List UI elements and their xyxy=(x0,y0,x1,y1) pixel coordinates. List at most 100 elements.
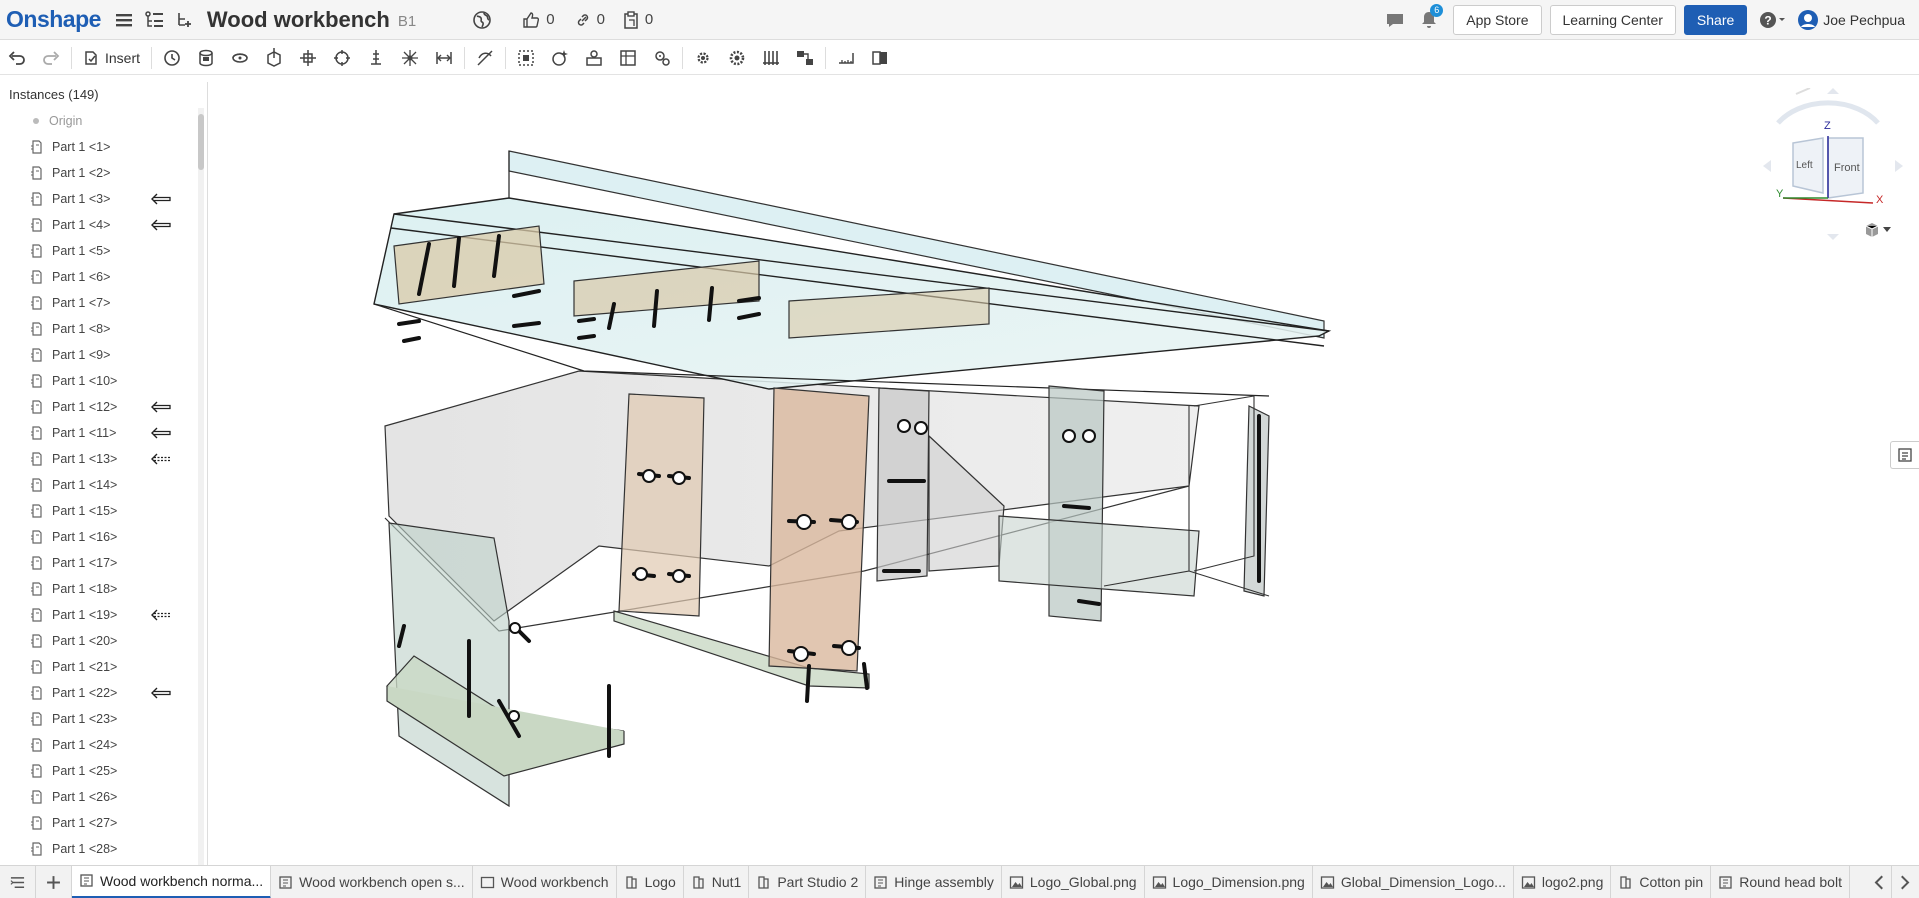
links-counter[interactable]: 0 xyxy=(575,11,605,28)
help-icon[interactable]: ? xyxy=(1759,10,1787,30)
front-face-label[interactable]: Front xyxy=(1834,162,1860,174)
instance-item[interactable]: Part 1 <13> xyxy=(0,446,200,472)
tab-logo2-png[interactable]: logo2.png xyxy=(1514,866,1612,898)
tab-global-dimension-logo[interactable]: Global_Dimension_Logo... xyxy=(1313,866,1514,898)
instance-item[interactable]: Part 1 <17> xyxy=(0,550,200,576)
tab-logo[interactable]: Logo xyxy=(617,866,684,898)
onshape-logo[interactable]: Onshape xyxy=(6,6,101,33)
ball-mate-icon[interactable] xyxy=(393,43,427,73)
instance-item[interactable]: Part 1 <20> xyxy=(0,628,200,654)
tab-wood-workbench-norma[interactable]: Wood workbench norma... xyxy=(72,866,272,898)
revolute-mate-icon[interactable] xyxy=(223,43,257,73)
instance-item[interactable]: Part 1 <26> xyxy=(0,784,200,810)
group-icon[interactable] xyxy=(509,43,543,73)
view-options-dropdown[interactable] xyxy=(1864,222,1891,238)
scroll-tabs-left-icon[interactable] xyxy=(1866,866,1892,898)
section-view-icon[interactable] xyxy=(863,43,897,73)
insert-feature-icon[interactable] xyxy=(175,11,193,29)
instance-item[interactable]: Part 1 <11> xyxy=(0,420,200,446)
part-studio-icon xyxy=(624,875,639,890)
instance-item[interactable]: Part 1 <2> xyxy=(0,160,200,186)
mate-connector-icon[interactable] xyxy=(543,43,577,73)
gear-relation-icon[interactable] xyxy=(645,43,679,73)
insert-button[interactable]: Insert xyxy=(75,50,148,66)
instance-item[interactable]: Part 1 <4> xyxy=(0,212,200,238)
instance-item[interactable]: Part 1 <6> xyxy=(0,264,200,290)
app-store-button[interactable]: App Store xyxy=(1453,4,1542,35)
instance-item[interactable]: Part 1 <23> xyxy=(0,706,200,732)
tab-hinge-assembly[interactable]: Hinge assembly xyxy=(866,866,1002,898)
workspace-label[interactable]: B1 xyxy=(398,13,416,30)
linear-relation-icon[interactable] xyxy=(788,43,822,73)
leg-center[interactable] xyxy=(768,387,870,672)
instance-item[interactable]: Part 1 <3> xyxy=(0,186,200,212)
likes-counter[interactable]: 0 xyxy=(522,11,555,29)
tab-logo-dimension-png[interactable]: Logo_Dimension.png xyxy=(1145,866,1313,898)
tab-cotton-pin[interactable]: Cotton pin xyxy=(1611,866,1712,898)
redo-icon[interactable] xyxy=(34,43,68,73)
explode-view-icon[interactable] xyxy=(611,43,645,73)
tab-part-studio-2[interactable]: Part Studio 2 xyxy=(749,866,867,898)
scrollbar-thumb[interactable] xyxy=(198,114,204,170)
user-avatar-icon[interactable] xyxy=(1797,9,1819,31)
instance-item[interactable]: Part 1 <9> xyxy=(0,342,200,368)
instances-header[interactable]: Instances (149) xyxy=(0,82,207,106)
instance-item[interactable]: Part 1 <18> xyxy=(0,576,200,602)
instance-item[interactable]: Part 1 <28> xyxy=(0,836,200,862)
workbench-3d-model[interactable] xyxy=(209,76,1909,864)
instance-item[interactable]: Part 1 <7> xyxy=(0,290,200,316)
instance-item[interactable]: Part 1 <16> xyxy=(0,524,200,550)
instance-item[interactable]: Part 1 <8> xyxy=(0,316,200,342)
tangent-mate-icon[interactable] xyxy=(468,43,502,73)
view-cube[interactable]: Z Left Front X Y xyxy=(1758,87,1908,248)
tab-manager-icon[interactable] xyxy=(0,866,36,898)
cog-settings-icon[interactable] xyxy=(720,43,754,73)
tab-round-head-bolt[interactable]: Round head bolt xyxy=(1711,866,1850,898)
instance-item[interactable]: Part 1 <19> xyxy=(0,602,200,628)
instance-item[interactable]: Part 1 <25> xyxy=(0,758,200,784)
comments-icon[interactable] xyxy=(1385,11,1405,29)
instance-item[interactable]: Part 1 <22> xyxy=(0,680,200,706)
graphics-viewport[interactable] xyxy=(209,76,1919,864)
add-tab-button[interactable] xyxy=(36,866,72,898)
parallel-mate-icon[interactable] xyxy=(427,43,461,73)
share-button[interactable]: Share xyxy=(1683,4,1748,35)
planar-mate-icon[interactable] xyxy=(291,43,325,73)
learning-center-button[interactable]: Learning Center xyxy=(1549,4,1676,35)
scroll-tabs-right-icon[interactable] xyxy=(1892,866,1919,898)
instance-item[interactable]: Part 1 <24> xyxy=(0,732,200,758)
tab-nut1[interactable]: Nut1 xyxy=(684,866,750,898)
instance-item[interactable]: Part 1 <1> xyxy=(0,134,200,160)
feature-list-icon[interactable] xyxy=(145,10,165,29)
relation-icon[interactable] xyxy=(577,43,611,73)
instance-item[interactable]: Part 1 <27> xyxy=(0,810,200,836)
left-face-label[interactable]: Left xyxy=(1796,160,1813,171)
undo-icon[interactable] xyxy=(0,43,34,73)
instance-item[interactable]: Part 1 <5> xyxy=(0,238,200,264)
instance-item[interactable]: Part 1 <15> xyxy=(0,498,200,524)
tab-wood-workbench[interactable]: Wood workbench xyxy=(473,866,617,898)
instance-item[interactable]: Part 1 <12> xyxy=(0,394,200,420)
instance-item[interactable]: Part 1 <10> xyxy=(0,368,200,394)
pin-slot-mate-icon[interactable] xyxy=(359,43,393,73)
fasten-mate-icon[interactable] xyxy=(189,43,223,73)
hamburger-menu-icon[interactable] xyxy=(115,12,133,28)
globe-icon[interactable] xyxy=(472,10,492,30)
replicate-icon[interactable] xyxy=(155,43,189,73)
copies-counter[interactable]: 0 xyxy=(623,10,653,29)
slider-mate-icon[interactable] xyxy=(257,43,291,73)
tab-wood-workbench-open-s[interactable]: Wood workbench open s... xyxy=(271,866,473,898)
measure-icon[interactable] xyxy=(829,43,863,73)
document-title[interactable]: Wood workbench xyxy=(207,7,390,33)
user-name[interactable]: Joe Pechpua xyxy=(1823,12,1905,28)
instances-scrollbar[interactable] xyxy=(198,108,204,865)
origin-item[interactable]: Origin xyxy=(0,108,200,134)
appearance-panel-toggle[interactable] xyxy=(1890,441,1919,469)
cylindrical-mate-icon[interactable] xyxy=(325,43,359,73)
instance-item[interactable]: Part 1 <21> xyxy=(0,654,200,680)
tab-logo-global-png[interactable]: Logo_Global.png xyxy=(1002,866,1145,898)
instance-item[interactable]: Part 1 <14> xyxy=(0,472,200,498)
gear-icon[interactable] xyxy=(686,43,720,73)
notifications-bell-icon[interactable]: 6 xyxy=(1419,3,1444,30)
rack-pinion-icon[interactable] xyxy=(754,43,788,73)
